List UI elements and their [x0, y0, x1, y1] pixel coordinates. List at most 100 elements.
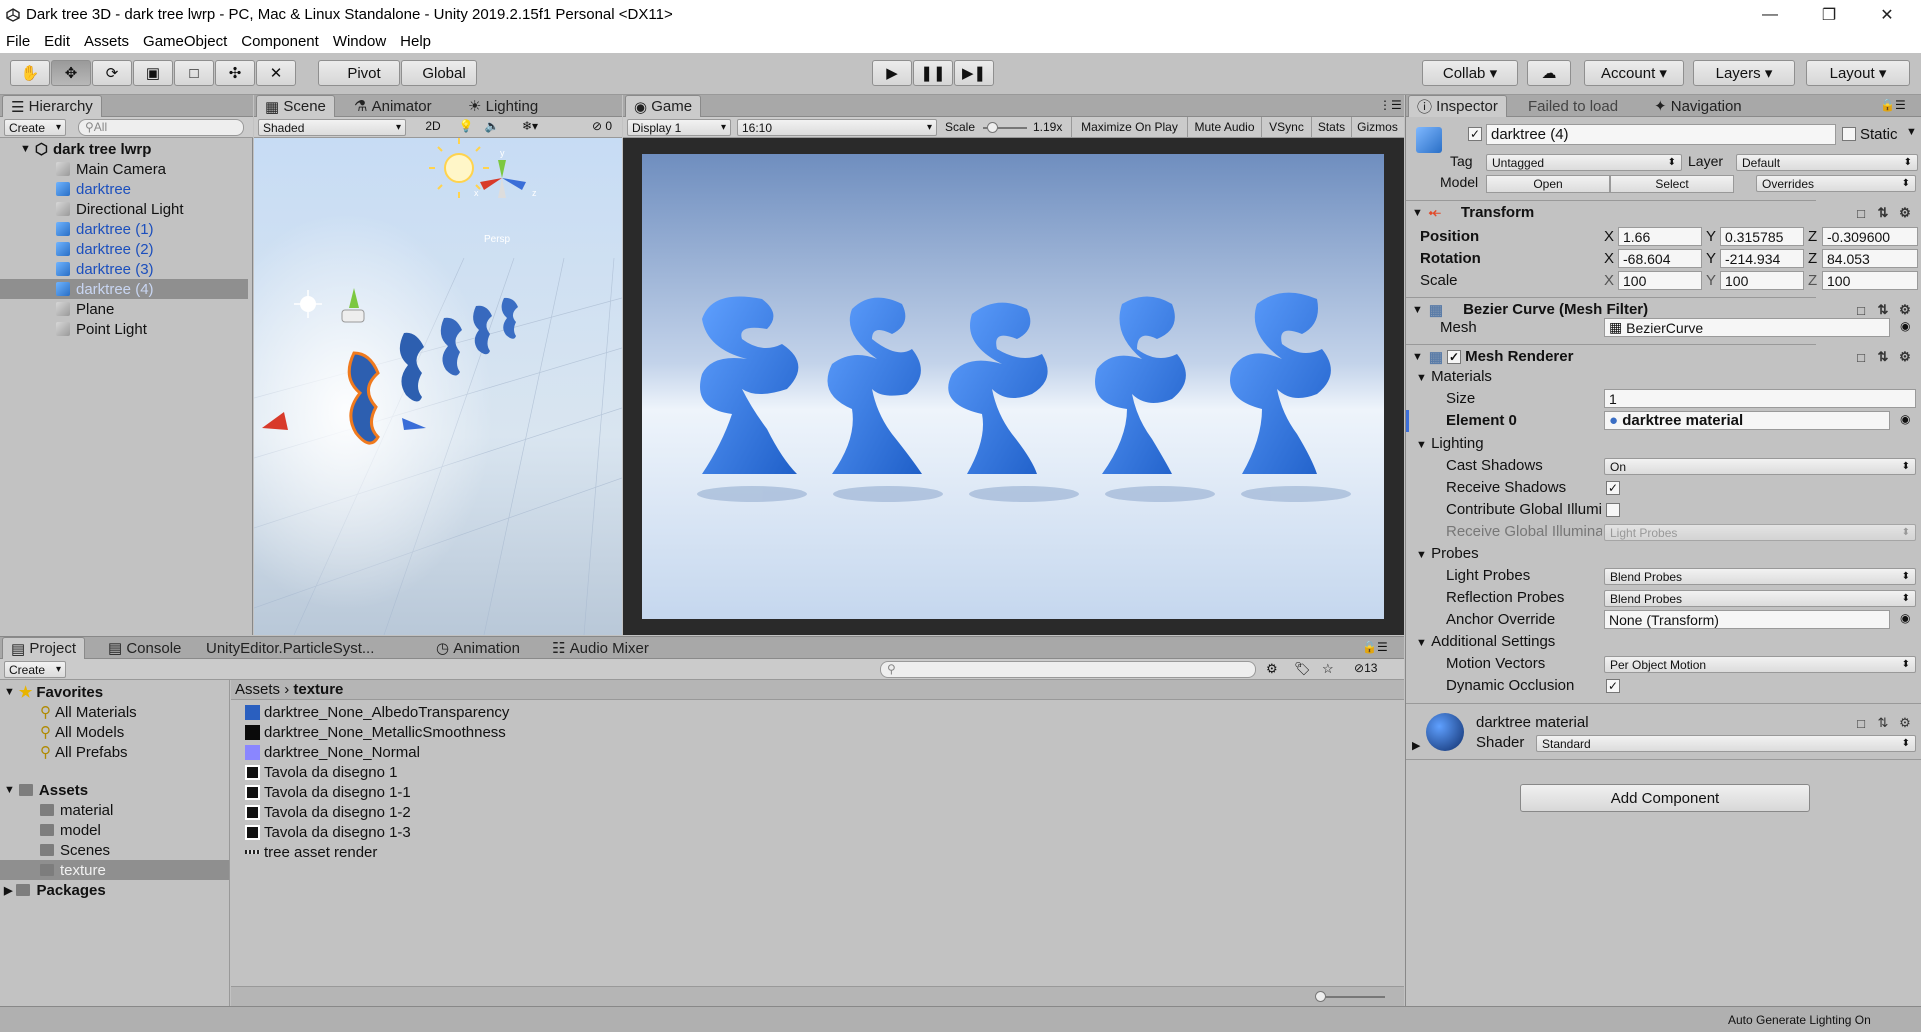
stats-toggle[interactable]: Stats	[1311, 117, 1351, 137]
object-picker-icon[interactable]: ◉	[1900, 319, 1910, 333]
tab-failed-to-load[interactable]: Failed to load	[1520, 95, 1626, 117]
open-model-button[interactable]: Open	[1486, 175, 1610, 193]
project-search-input[interactable]: ⚲	[880, 661, 1256, 678]
scale-x-input[interactable]: 100	[1618, 271, 1702, 290]
minimize-icon[interactable]: —	[1747, 0, 1793, 29]
active-checkbox[interactable]: ✓	[1468, 127, 1482, 141]
cast-shadows-dropdown[interactable]: On	[1604, 458, 1916, 475]
additional-settings-foldout[interactable]: ▼ Additional Settings	[1416, 633, 1555, 650]
slider-thumb[interactable]	[1315, 991, 1326, 1002]
filter-label-icon[interactable]: 🏷	[1294, 661, 1311, 677]
menu-file[interactable]: File	[6, 33, 30, 50]
transform-header[interactable]: ▼ ⤝ Transform □ ⇅ ⚙	[1406, 200, 1911, 224]
hierarchy-item-plane[interactable]: Plane	[56, 299, 114, 319]
scale-z-input[interactable]: 100	[1822, 271, 1918, 290]
probes-foldout[interactable]: ▼ Probes	[1416, 545, 1479, 562]
custom-tool-icon[interactable]: ✕	[256, 60, 296, 86]
contribute-gi-checkbox[interactable]	[1606, 503, 1620, 517]
scale-slider-thumb[interactable]	[987, 122, 998, 133]
static-dropdown-icon[interactable]: ▼	[1906, 126, 1917, 138]
layout-dropdown[interactable]: Layout ▾	[1806, 60, 1910, 86]
tab-navigation[interactable]: ✦ Navigation	[1646, 95, 1750, 117]
tab-game[interactable]: ◉ Game	[625, 95, 702, 117]
breadcrumb-root[interactable]: Assets	[235, 681, 280, 698]
gizmos-toggle[interactable]: Gizmos	[1351, 117, 1403, 137]
shader-dropdown[interactable]: Standard	[1536, 735, 1916, 752]
thumbnail-size-slider[interactable]	[1315, 991, 1385, 1002]
position-y-input[interactable]: 0.315785	[1720, 227, 1804, 246]
menu-component[interactable]: Component	[241, 33, 319, 50]
presets-icon[interactable]: ⇅	[1876, 715, 1890, 730]
material-foldout-arrow-icon[interactable]: ▶	[1412, 739, 1420, 752]
pivot-toggle[interactable]: Pivot	[318, 60, 400, 86]
rotation-y-input[interactable]: -214.934	[1720, 249, 1804, 268]
lighting-foldout[interactable]: ▼ Lighting	[1416, 435, 1484, 452]
restore-icon[interactable]: ❐	[1806, 0, 1852, 29]
tab-animator[interactable]: ⚗ Animator	[346, 95, 440, 117]
rotate-tool-icon[interactable]: ⟳	[92, 60, 132, 86]
menu-gameobject[interactable]: GameObject	[143, 33, 227, 50]
help-book-icon[interactable]: □	[1854, 303, 1868, 318]
folder-texture[interactable]: texture	[40, 860, 106, 880]
tab-console[interactable]: ▤ Console	[100, 637, 189, 659]
step-button[interactable]: ▶❚	[954, 60, 994, 86]
scene-lighting-toggle-icon[interactable]: 💡	[454, 119, 478, 136]
menu-window[interactable]: Window	[333, 33, 386, 50]
scene-audio-toggle-icon[interactable]: 🔈	[480, 119, 504, 136]
presets-icon[interactable]: ⇅	[1876, 349, 1890, 364]
hierarchy-item-darktree-3[interactable]: darktree (3)	[56, 259, 154, 279]
select-model-button[interactable]: Select	[1610, 175, 1734, 193]
filter-type-icon[interactable]: ⚙	[1266, 661, 1278, 677]
asset-tree-render[interactable]: tree asset render	[245, 843, 377, 861]
gear-icon[interactable]: ⚙	[1898, 302, 1912, 317]
asset-tavola-1[interactable]: Tavola da disegno 1	[245, 763, 397, 781]
toggle-2d-button[interactable]: 2D	[420, 119, 446, 136]
overrides-dropdown[interactable]: Overrides	[1756, 175, 1916, 192]
global-toggle[interactable]: Global	[401, 60, 477, 86]
aspect-dropdown[interactable]: 16:10	[737, 119, 937, 136]
asset-albedo-texture[interactable]: darktree_None_AlbedoTransparency	[245, 703, 509, 721]
object-name-input[interactable]: darktree (4)	[1486, 124, 1836, 145]
tab-inspector[interactable]: ⓘ Inspector	[1408, 95, 1507, 117]
assets-folder[interactable]: ▼ Assets	[4, 780, 88, 800]
tab-lighting[interactable]: ☀ Lighting	[460, 95, 546, 117]
hierarchy-item-directional-light[interactable]: Directional Light	[56, 199, 184, 219]
hierarchy-item-darktree-2[interactable]: darktree (2)	[56, 239, 154, 259]
scale-tool-icon[interactable]: ▣	[133, 60, 173, 86]
pause-button[interactable]: ❚❚	[913, 60, 953, 86]
scale-slider[interactable]	[983, 122, 1027, 133]
presets-icon[interactable]: ⇅	[1876, 302, 1890, 317]
hierarchy-create-dropdown[interactable]: Create	[4, 119, 66, 136]
breadcrumb-current[interactable]: texture	[293, 681, 343, 698]
tab-scene[interactable]: ▦ Scene	[256, 95, 335, 117]
hierarchy-item-main-camera[interactable]: Main Camera	[56, 159, 166, 179]
hierarchy-item-darktree[interactable]: darktree	[56, 179, 131, 199]
add-component-button[interactable]: Add Component	[1520, 784, 1810, 812]
cloud-icon[interactable]: ☁	[1527, 60, 1571, 86]
object-picker-icon[interactable]: ◉	[1900, 412, 1910, 426]
account-dropdown[interactable]: Account ▾	[1584, 60, 1684, 86]
lock-icon[interactable]: 🔒☰	[1362, 640, 1388, 654]
game-viewport[interactable]	[623, 138, 1404, 635]
folder-model[interactable]: model	[40, 820, 101, 840]
presets-icon[interactable]: ⇅	[1876, 205, 1890, 220]
transform-tool-icon[interactable]: ✣	[215, 60, 255, 86]
help-book-icon[interactable]: □	[1854, 350, 1868, 365]
tab-audio-mixer[interactable]: ☷ Audio Mixer	[544, 637, 657, 659]
menu-help[interactable]: Help	[400, 33, 431, 50]
folder-material[interactable]: material	[40, 800, 113, 820]
hierarchy-item-point-light[interactable]: Point Light	[56, 319, 147, 339]
layers-dropdown[interactable]: Layers ▾	[1693, 60, 1795, 86]
materials-foldout[interactable]: ▼ Materials	[1416, 368, 1492, 385]
help-book-icon[interactable]: □	[1854, 716, 1868, 731]
anchor-override-field[interactable]: None (Transform)	[1604, 610, 1890, 629]
asset-tavola-1-3[interactable]: Tavola da disegno 1-3	[245, 823, 411, 841]
tab-hierarchy[interactable]: ☰ Hierarchy	[2, 95, 102, 117]
reflection-probes-dropdown[interactable]: Blend Probes	[1604, 590, 1916, 607]
favorite-all-models[interactable]: ⚲ All Models	[40, 722, 124, 742]
gear-icon[interactable]: ⚙	[1898, 715, 1912, 730]
rotation-z-input[interactable]: 84.053	[1822, 249, 1918, 268]
menu-edit[interactable]: Edit	[44, 33, 70, 50]
gear-icon[interactable]: ⚙	[1898, 205, 1912, 220]
favorite-all-prefabs[interactable]: ⚲ All Prefabs	[40, 742, 128, 762]
